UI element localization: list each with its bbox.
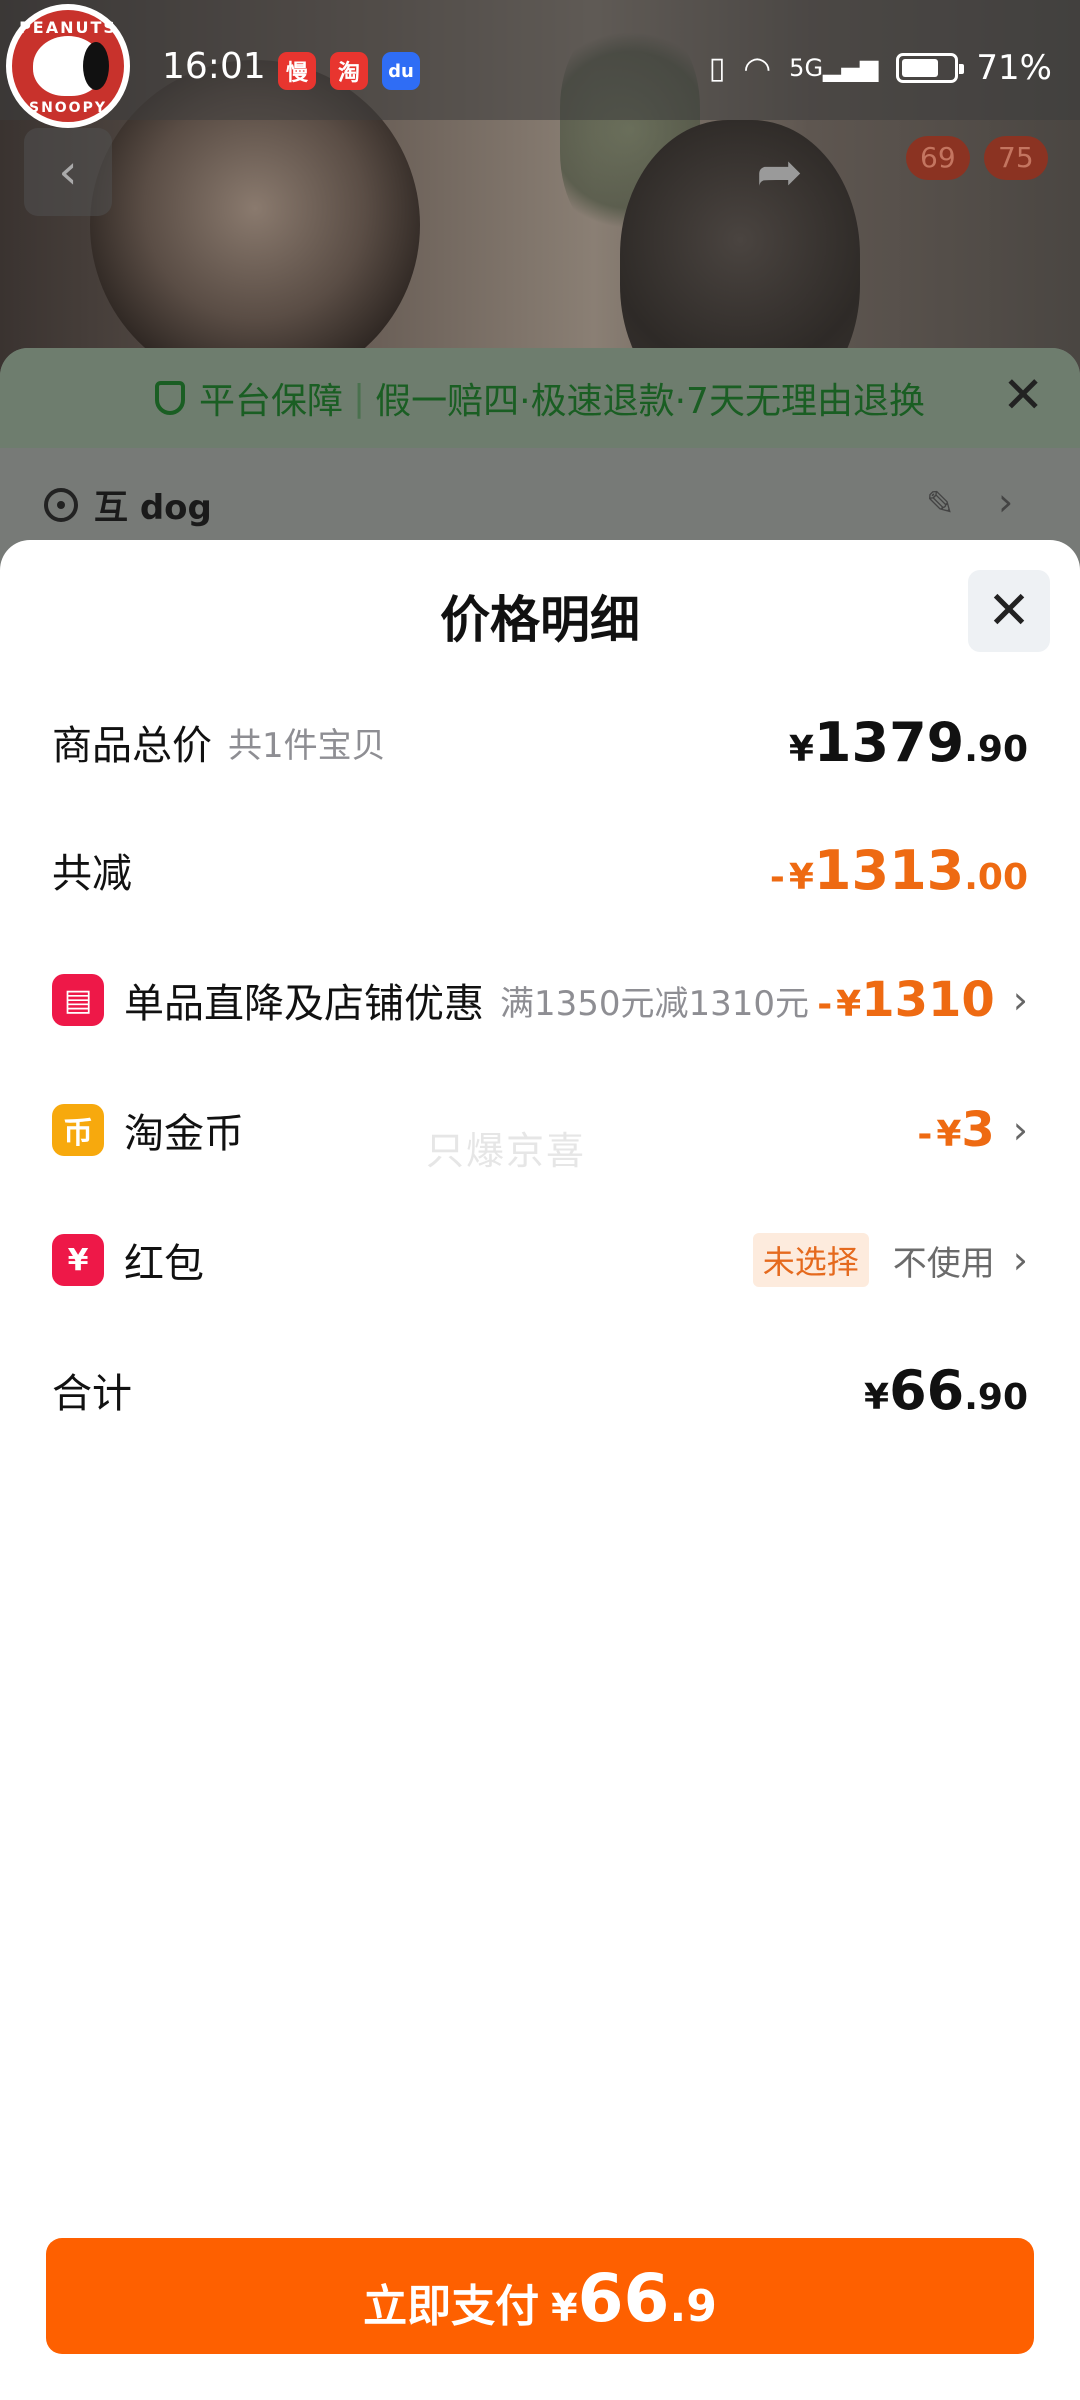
reduction-price: - ¥ 1313 .00 [770, 839, 1028, 902]
price-decimal: .90 [964, 728, 1028, 770]
wifi-icon: ◠ [743, 49, 772, 87]
total-price: ¥ 1379 .90 [789, 711, 1028, 774]
currency-symbol: ¥ [936, 1114, 962, 1155]
sheet-close-button[interactable]: ✕ [968, 570, 1050, 652]
network-type: 5G [789, 54, 824, 82]
sum-label: 合计 [52, 1371, 132, 1417]
guarantee-title: 平台保障 [199, 381, 344, 422]
pay-amount-integer: 66 [577, 2260, 670, 2337]
taobao-app-icon: 淘 [330, 52, 368, 90]
minus-sign: - [769, 856, 785, 898]
vibrate-icon: ▯ [708, 50, 726, 86]
coin-label: 淘金币 [124, 1111, 244, 1157]
guarantee-items: 假一赔四·极速退款·7天无理由退换 [375, 381, 925, 422]
price-integer: 1313 [813, 838, 965, 902]
chevron-left-icon: ‹ [58, 144, 78, 200]
coin-price: - ¥ 3 [917, 1102, 994, 1158]
coin-icon: 币 [52, 1104, 104, 1156]
shield-check-icon [155, 381, 186, 415]
price-decimal: .00 [964, 856, 1028, 898]
baidu-app-icon: du [382, 52, 420, 90]
pay-button-label: 立即支付 [363, 2281, 540, 2332]
store-discount-row[interactable]: ▤ 单品直降及店铺优惠 满1350元减1310元 - ¥ 1310 › [52, 960, 1028, 1040]
chevron-right-icon: › [1012, 1108, 1028, 1152]
chevron-right-icon: › [1012, 978, 1028, 1022]
total-reduction-row: 共减 - ¥ 1313 .00 [52, 830, 1028, 910]
unselected-tag: 未选择 [752, 1233, 869, 1287]
sheet-title: 价格明细 [440, 591, 640, 649]
price-decimal: .90 [964, 1376, 1028, 1418]
currency-symbol: ¥ [836, 984, 862, 1025]
logo-top-text: PEANUTS [19, 18, 117, 37]
red-packet-row[interactable]: ¥ 红包 未选择 不使用 › [52, 1220, 1028, 1300]
snoopy-face-icon [33, 36, 109, 96]
back-button[interactable]: ‹ [24, 128, 112, 216]
system-indicators: ▯ ◠ 5G▂▄▆ 71% [709, 48, 1052, 88]
location-pin-icon [44, 487, 78, 522]
edit-icon[interactable]: ✎ [926, 484, 955, 524]
signal-icon: 5G▂▄▆ [789, 54, 879, 82]
reduction-label: 共减 [52, 851, 132, 897]
chevron-right-icon[interactable]: › [998, 480, 1013, 524]
logo-bottom-text: SNOOPY [28, 100, 107, 116]
price-integer: 1379 [813, 710, 965, 774]
address-row[interactable]: 互 dog [44, 480, 212, 529]
price-detail-sheet: 价格明细 ✕ 商品总价 共1件宝贝 ¥ 1379 .90 共减 - ¥ 1313… [0, 540, 1080, 2400]
item-count: 共1件宝贝 [228, 725, 386, 766]
chevron-right-icon: › [1012, 1238, 1028, 1282]
divider: | [353, 377, 366, 419]
price-integer: 66 [889, 1358, 965, 1422]
sum-row: 合计 ¥ 66 .90 [52, 1350, 1028, 1430]
store-icon: ▤ [52, 974, 104, 1026]
discount-price: - ¥ 1310 [817, 972, 995, 1028]
pay-amount-decimal: .9 [669, 2281, 717, 2332]
status-time: 16:01 [162, 46, 266, 87]
currency-symbol: ¥ [551, 2286, 578, 2330]
address-text: 互 dog [94, 488, 212, 528]
total-price-row: 商品总价 共1件宝贝 ¥ 1379 .90 [52, 702, 1028, 782]
cart-badge[interactable]: 69 [906, 136, 970, 180]
manman-app-icon: 慢 [278, 52, 316, 90]
discount-label: 单品直降及店铺优惠 [124, 981, 484, 1027]
share-icon[interactable]: ➦ [756, 140, 826, 210]
sum-price: ¥ 66 .90 [864, 1359, 1028, 1422]
red-packet-value: 不使用 [892, 1243, 995, 1284]
currency-symbol: ¥ [788, 728, 814, 770]
discount-rule: 满1350元减1310元 [500, 983, 810, 1024]
close-icon: ✕ [987, 581, 1031, 641]
currency-symbol: ¥ [864, 1376, 890, 1418]
price-integer: 3 [961, 1102, 995, 1158]
red-packet-label: 红包 [124, 1241, 204, 1287]
red-packet-icon: ¥ [52, 1234, 104, 1286]
total-label: 商品总价 [52, 723, 212, 769]
minus-sign: - [917, 1114, 933, 1155]
more-badge[interactable]: 75 [984, 136, 1048, 180]
platform-guarantee-banner: 平台保障 | 假一赔四·极速退款·7天无理由退换 [0, 348, 1080, 448]
battery-icon [896, 53, 965, 83]
battery-percent: 71% [976, 48, 1052, 88]
watermark-text: 只爆京喜 [426, 1129, 587, 1173]
close-icon[interactable]: ✕ [1002, 370, 1044, 420]
price-integer: 1310 [861, 972, 995, 1028]
pay-now-button[interactable]: 立即支付 ¥ 66 .9 [46, 2238, 1034, 2354]
currency-symbol: ¥ [788, 856, 814, 898]
snoopy-logo: PEANUTS SNOOPY [6, 4, 130, 128]
minus-sign: - [817, 984, 833, 1025]
